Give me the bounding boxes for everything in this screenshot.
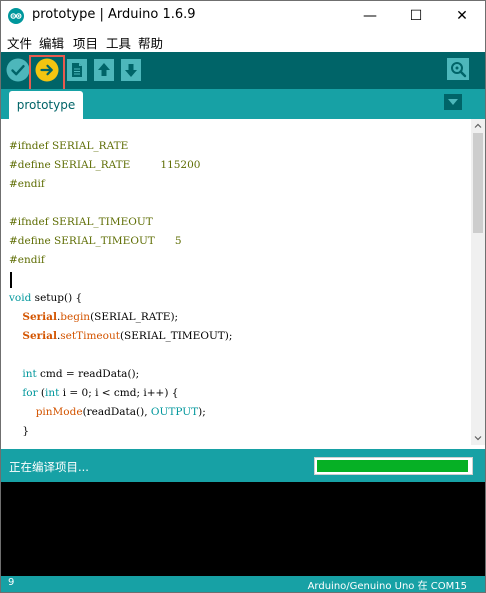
save-sketch-button[interactable] [121,59,141,81]
code-line-15: for (int i = 0; i < cmd; i++) { [22,387,179,399]
board-port-info: Arduino/Genuino Uno 在 COM15 [307,581,467,592]
code-line-10: void setup() { [9,292,83,304]
maximize-button[interactable]: ☐ [393,1,439,31]
code-line-14: int cmd = readData(); [22,368,140,380]
minimize-button[interactable]: — [347,1,393,31]
menu-edit[interactable]: 编辑 [39,33,64,52]
close-button[interactable]: ✕ [439,1,485,31]
tab-menu-button[interactable] [444,94,462,110]
menu-tools[interactable]: 工具 [106,33,131,52]
toolbar [1,52,485,89]
code-line-16: pinMode(readData(), OUTPUT); [35,406,206,418]
tab-prototype[interactable]: prototype [9,91,83,119]
status-message: 正在编译项目... [9,460,89,474]
code-line-2: #ifndef SERIAL_RATE [9,140,129,152]
progress-fill [317,460,468,472]
line-number: 9 [8,577,15,588]
tabs-bar: prototype [1,89,485,119]
scrollbar-thumb[interactable] [473,133,483,233]
window-title: prototype | Arduino 1.6.9 [32,7,196,22]
code-line-11: Serial.begin(SERIAL_RATE); [22,311,179,323]
code-line-17: } [9,425,30,437]
menu-file[interactable]: 文件 [7,33,32,52]
code-line-3: #define SERIAL_RATE 115200 [9,159,201,171]
serial-monitor-button[interactable] [447,58,469,80]
new-sketch-button[interactable] [67,59,87,81]
code-line-8: #endif [9,254,45,266]
scroll-down-icon[interactable] [471,431,485,445]
menu-help[interactable]: 帮助 [138,33,163,52]
verify-button[interactable] [6,58,30,82]
upload-button-highlight [29,55,65,91]
arduino-ide-window: prototype | Arduino 1.6.9 — ☐ ✕ 文件 编辑 项目… [0,0,486,593]
code-editor[interactable]: #ifndef SERIAL_RATE #define SERIAL_RATE … [1,119,471,445]
code-line-4: #endif [9,178,45,190]
code-line-12: Serial.setTimeout(SERIAL_TIMEOUT); [22,330,233,342]
title-bar: prototype | Arduino 1.6.9 — ☐ ✕ [1,1,485,31]
footer-bar: 9 Arduino/Genuino Uno 在 COM15 [1,576,485,592]
open-sketch-button[interactable] [94,59,114,81]
menu-bar: 文件 编辑 项目 工具 帮助 [1,31,485,52]
triangle-down-icon [448,99,458,105]
compile-progress-bar [314,457,473,475]
text-cursor [10,272,12,288]
editor-scrollbar[interactable] [471,119,485,445]
code-line-6: #ifndef SERIAL_TIMEOUT [9,216,153,228]
arduino-logo-icon [8,8,24,24]
scroll-up-icon[interactable] [471,119,485,133]
code-line-7: #define SERIAL_TIMEOUT 5 [9,235,182,247]
output-console[interactable] [1,482,485,576]
menu-sketch[interactable]: 项目 [73,33,98,52]
